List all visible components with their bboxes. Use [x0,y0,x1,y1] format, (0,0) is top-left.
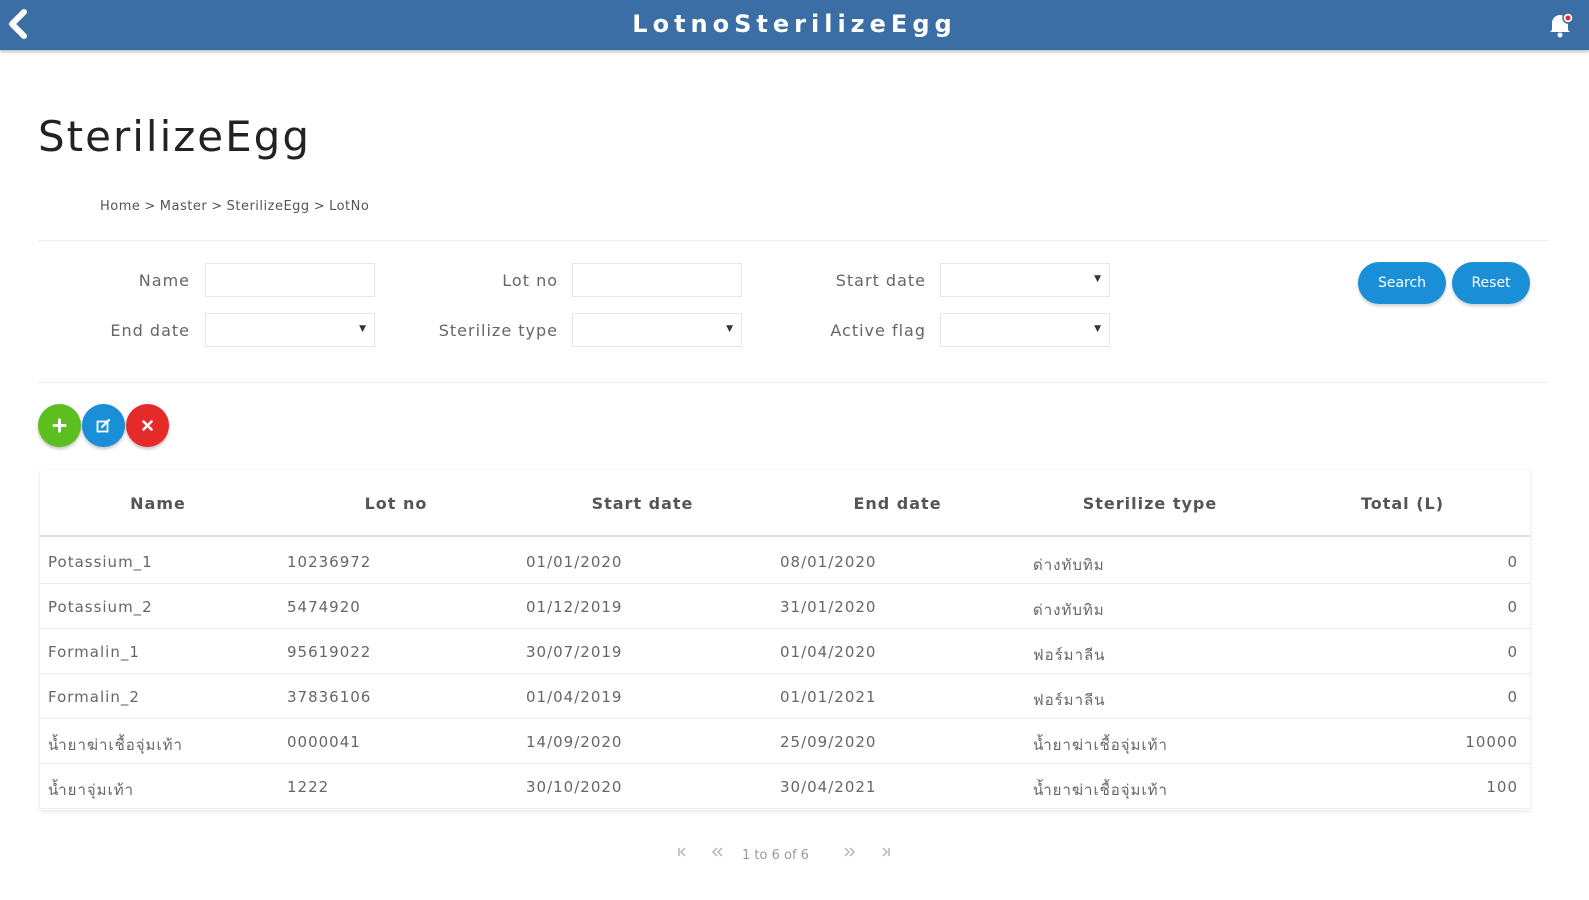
cell-total: 100 [1486,778,1518,796]
app-header: LotnoSterilizeEgg [0,0,1589,50]
name-label: Name [138,271,190,290]
column-header-name[interactable]: Name [78,494,238,513]
breadcrumb-separator: > [313,199,326,214]
last-page-icon[interactable] [880,846,892,862]
divider [38,382,1548,383]
startdate-label: Start date [835,271,926,290]
cell-enddate: 25/09/2020 [780,733,877,751]
table-row[interactable]: Formalin_1 95619022 30/07/2019 01/04/202… [40,629,1530,674]
lot-table: Name Lot no Start date End date Steriliz… [40,470,1530,810]
cell-startdate: 01/12/2019 [526,598,623,616]
cell-total: 0 [1507,553,1518,571]
cell-startdate: 01/04/2019 [526,688,623,706]
lotno-label: Lot no [502,271,558,290]
cell-total: 0 [1507,688,1518,706]
cell-name: น้ำยาฆ่าเชื้อจุ่มเท้า [48,736,183,754]
page-title: SterilizeEgg [38,112,311,161]
cell-enddate: 01/01/2021 [780,688,877,706]
cell-lotno: 10236972 [287,553,372,571]
edit-button[interactable] [82,404,125,447]
table-row[interactable]: Potassium_2 5474920 01/12/2019 31/01/202… [40,584,1530,629]
table-row[interactable]: น้ำยาจุ่มเท้า 1222 30/10/2020 30/04/2021… [40,764,1530,809]
cell-sterilizetype: น้ำยาฆ่าเชื้อจุ่มเท้า [1033,736,1168,754]
app-title: LotnoSterilizeEgg [632,10,957,38]
cell-name: น้ำยาจุ่มเท้า [48,781,135,799]
column-header-lotno[interactable]: Lot no [316,494,476,513]
table-row[interactable]: Formalin_2 37836106 01/04/2019 01/01/202… [40,674,1530,719]
table-row[interactable]: น้ำยาฆ่าเชื้อจุ่มเท้า 0000041 14/09/2020… [40,719,1530,764]
breadcrumb-lotno: LotNo [329,199,370,214]
cell-total: 0 [1507,643,1518,661]
cell-enddate: 01/04/2020 [780,643,877,661]
close-icon [142,420,153,431]
cell-lotno: 5474920 [287,598,361,616]
breadcrumb-separator: > [211,199,223,214]
cell-sterilizetype: น้ำยาฆ่าเชื้อจุ่มเท้า [1033,781,1168,799]
caret-down-icon: ▼ [1094,324,1101,334]
cell-total: 10000 [1465,733,1518,751]
cell-sterilizetype: ด่างทับทิม [1033,556,1105,574]
cell-enddate: 08/01/2020 [780,553,877,571]
startdate-select[interactable]: ▼ [940,263,1110,297]
caret-down-icon: ▼ [1094,274,1101,284]
caret-down-icon: ▼ [726,324,733,334]
breadcrumb: Home > Master > SterilizeEgg > LotNo [100,199,369,214]
column-header-enddate[interactable]: End date [815,494,980,513]
prev-page-icon[interactable] [710,846,724,862]
cell-lotno: 37836106 [287,688,372,706]
caret-down-icon: ▼ [359,324,366,334]
edit-icon [96,418,111,433]
breadcrumb-sterilizeegg[interactable]: SterilizeEgg [227,199,310,214]
column-header-sterilizetype[interactable]: Sterilize type [1060,494,1240,513]
next-page-icon[interactable] [843,846,857,862]
cell-startdate: 01/01/2020 [526,553,623,571]
cell-startdate: 30/07/2019 [526,643,623,661]
table-row[interactable]: Potassium_1 10236972 01/01/2020 08/01/20… [40,539,1530,584]
name-input[interactable] [205,263,375,297]
breadcrumb-home[interactable]: Home [100,199,140,214]
cell-name: Formalin_2 [48,688,140,706]
cell-lotno: 95619022 [287,643,372,661]
cell-startdate: 30/10/2020 [526,778,623,796]
search-button[interactable]: Search [1358,262,1446,304]
plus-icon [52,418,67,433]
cell-name: Potassium_1 [48,553,153,571]
cell-enddate: 30/04/2021 [780,778,877,796]
cell-enddate: 31/01/2020 [780,598,877,616]
breadcrumb-separator: > [144,199,156,214]
sterilizetype-select[interactable]: ▼ [572,313,742,347]
cell-sterilizetype: ฟอร์มาลีน [1033,646,1106,664]
cell-startdate: 14/09/2020 [526,733,623,751]
cell-name: Formalin_1 [48,643,140,661]
cell-sterilizetype: ฟอร์มาลีน [1033,691,1106,709]
table-header: Name Lot no Start date End date Steriliz… [40,470,1530,537]
cell-total: 0 [1507,598,1518,616]
divider [38,240,1548,241]
sterilizetype-label: Sterilize type [438,321,558,340]
lotno-input[interactable] [572,263,742,297]
delete-button[interactable] [126,404,169,447]
column-header-total[interactable]: Total (L) [1330,494,1475,513]
enddate-label: End date [110,321,190,340]
column-header-startdate[interactable]: Start date [560,494,725,513]
activeflag-label: Active flag [830,321,926,340]
cell-name: Potassium_2 [48,598,153,616]
add-button[interactable] [38,404,81,447]
cell-lotno: 1222 [287,778,330,796]
cell-sterilizetype: ด่างทับทิม [1033,601,1105,619]
activeflag-select[interactable]: ▼ [940,313,1110,347]
reset-button[interactable]: Reset [1452,262,1530,304]
page-summary: 1 to 6 of 6 [742,848,809,863]
breadcrumb-master[interactable]: Master [160,199,207,214]
bell-icon[interactable] [1545,10,1575,40]
first-page-icon[interactable] [676,846,688,862]
cell-lotno: 0000041 [287,733,361,751]
enddate-select[interactable]: ▼ [205,313,375,347]
